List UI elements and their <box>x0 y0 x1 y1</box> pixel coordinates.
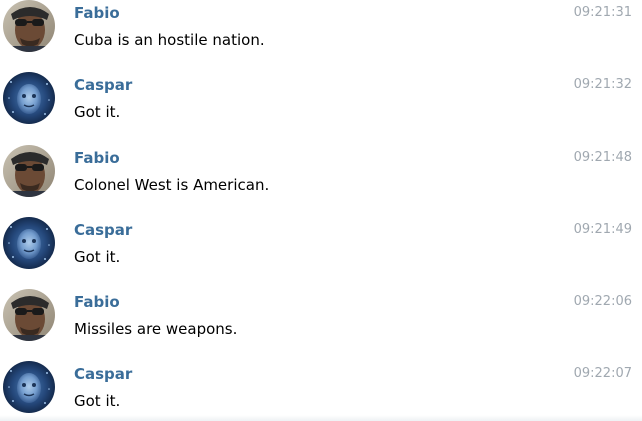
sender-name[interactable]: Fabio <box>74 4 120 22</box>
caspar-avatar[interactable] <box>3 72 55 124</box>
message-timestamp: 09:21:32 <box>573 77 632 92</box>
sender-name[interactable]: Caspar <box>74 221 132 239</box>
message-timestamp: 09:21:48 <box>573 150 632 165</box>
caspar-avatar[interactable] <box>3 217 55 269</box>
chat-history: Fabio Cuba is an hostile nation. 09:21:3… <box>0 0 642 421</box>
fabio-avatar[interactable] <box>3 0 55 52</box>
message-row: Fabio Cuba is an hostile nation. 09:21:3… <box>0 0 642 60</box>
message-timestamp: 09:22:06 <box>573 294 632 309</box>
sender-name[interactable]: Caspar <box>74 76 132 94</box>
message-timestamp: 09:21:31 <box>573 5 632 20</box>
fabio-avatar[interactable] <box>3 289 55 341</box>
message-timestamp: 09:22:07 <box>573 366 632 381</box>
message-row: Caspar Got it. 09:22:07 <box>0 361 642 421</box>
message-text: Got it. <box>74 392 121 410</box>
message-text: Cuba is an hostile nation. <box>74 31 265 49</box>
message-text: Colonel West is American. <box>74 176 270 194</box>
message-timestamp: 09:21:49 <box>573 222 632 237</box>
sender-name[interactable]: Fabio <box>74 293 120 311</box>
sender-name[interactable]: Caspar <box>74 365 132 383</box>
message-row: Fabio Missiles are weapons. 09:22:06 <box>0 289 642 349</box>
message-text: Got it. <box>74 248 121 266</box>
message-text: Missiles are weapons. <box>74 320 238 338</box>
message-row: Caspar Got it. 09:21:49 <box>0 217 642 277</box>
message-row: Fabio Colonel West is American. 09:21:48 <box>0 145 642 205</box>
message-text: Got it. <box>74 103 121 121</box>
message-row: Caspar Got it. 09:21:32 <box>0 72 642 132</box>
sender-name[interactable]: Fabio <box>74 149 120 167</box>
bottom-divider <box>0 415 642 421</box>
caspar-avatar[interactable] <box>3 361 55 413</box>
fabio-avatar[interactable] <box>3 145 55 197</box>
